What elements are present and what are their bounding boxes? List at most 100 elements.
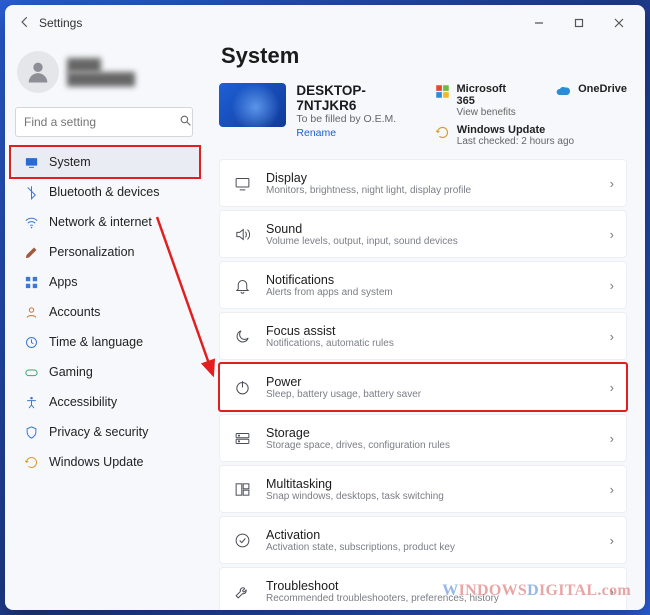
arrow-left-icon xyxy=(18,15,32,29)
sidebar-item-system[interactable]: System xyxy=(13,147,199,177)
card-windows-update[interactable]: Windows UpdateLast checked: 2 hours ago xyxy=(435,124,627,147)
card-sub: Volume levels, output, input, sound devi… xyxy=(266,236,458,247)
avatar xyxy=(17,51,59,93)
accessibility-icon xyxy=(23,394,39,410)
sidebar-nav: System Bluetooth & devices Network & int… xyxy=(13,147,199,477)
card-title: Power xyxy=(266,375,421,389)
sound-icon xyxy=(232,226,252,243)
chevron-right-icon: › xyxy=(610,533,614,548)
sidebar-item-accounts[interactable]: Accounts xyxy=(13,297,199,327)
sidebar-item-time-language[interactable]: Time & language xyxy=(13,327,199,357)
close-icon xyxy=(614,18,624,28)
card-sub: Notifications, automatic rules xyxy=(266,338,394,349)
check-icon xyxy=(232,532,252,549)
search-box[interactable] xyxy=(15,107,193,137)
settings-window: Settings ████ ████████ xyxy=(5,5,645,610)
sidebar-item-windows-update[interactable]: Windows Update xyxy=(13,447,199,477)
wrench-icon xyxy=(232,583,252,600)
card-sub: Monitors, brightness, night light, displ… xyxy=(266,185,471,196)
device-card[interactable]: DESKTOP-7NTJKR6 To be filled by O.E.M. R… xyxy=(219,83,425,147)
sidebar-item-gaming[interactable]: Gaming xyxy=(13,357,199,387)
sidebar-item-label: Bluetooth & devices xyxy=(49,185,160,199)
onedrive-icon xyxy=(556,83,572,99)
back-button[interactable] xyxy=(11,15,39,32)
card-title: Activation xyxy=(266,528,455,542)
sidebar-item-label: Accounts xyxy=(49,305,100,319)
rename-link[interactable]: Rename xyxy=(296,127,424,139)
profile-block[interactable]: ████ ████████ xyxy=(13,47,199,103)
search-icon xyxy=(179,114,192,130)
sidebar-item-network[interactable]: Network & internet xyxy=(13,207,199,237)
card-sub: Snap windows, desktops, task switching xyxy=(266,491,444,502)
bell-icon xyxy=(232,277,252,294)
sidebar-item-label: System xyxy=(49,155,91,169)
card-sub: Recommended troubleshooters, preferences… xyxy=(266,593,499,604)
sidebar-item-label: Privacy & security xyxy=(49,425,148,439)
person-icon xyxy=(24,58,52,86)
moon-icon xyxy=(232,328,252,345)
card-title: Notifications xyxy=(266,273,393,287)
device-sub: To be filled by O.E.M. xyxy=(296,113,424,125)
ms365-title: Microsoft 365 xyxy=(456,83,526,107)
card-troubleshoot[interactable]: TroubleshootRecommended troubleshooters,… xyxy=(219,567,627,610)
close-button[interactable] xyxy=(599,8,639,38)
card-multitasking[interactable]: MultitaskingSnap windows, desktops, task… xyxy=(219,465,627,513)
multitask-icon xyxy=(232,481,252,498)
chevron-right-icon: › xyxy=(610,584,614,599)
card-sound[interactable]: SoundVolume levels, output, input, sound… xyxy=(219,210,627,258)
update-small-icon xyxy=(435,124,451,140)
card-onedrive[interactable]: OneDrive xyxy=(556,83,627,118)
maximize-button[interactable] xyxy=(559,8,599,38)
titlebar: Settings xyxy=(5,5,645,41)
shield-icon xyxy=(23,424,39,440)
card-sub: Sleep, battery usage, battery saver xyxy=(266,389,421,400)
card-title: Display xyxy=(266,171,471,185)
card-ms365[interactable]: Microsoft 365View benefits xyxy=(435,83,526,118)
chevron-right-icon: › xyxy=(610,227,614,242)
chevron-right-icon: › xyxy=(610,431,614,446)
sidebar-item-personalization[interactable]: Personalization xyxy=(13,237,199,267)
sidebar-item-privacy[interactable]: Privacy & security xyxy=(13,417,199,447)
device-row: DESKTOP-7NTJKR6 To be filled by O.E.M. R… xyxy=(219,83,627,147)
minimize-button[interactable] xyxy=(519,8,559,38)
card-storage[interactable]: StorageStorage space, drives, configurat… xyxy=(219,414,627,462)
card-title: Storage xyxy=(266,426,450,440)
sidebar-item-apps[interactable]: Apps xyxy=(13,267,199,297)
sidebar-item-bluetooth[interactable]: Bluetooth & devices xyxy=(13,177,199,207)
ms365-sub: View benefits xyxy=(456,107,526,118)
window-title: Settings xyxy=(39,16,82,30)
search-input[interactable] xyxy=(24,115,179,129)
paint-icon xyxy=(23,244,39,260)
wu-title: Windows Update xyxy=(457,124,574,136)
card-focus-assist[interactable]: Focus assistNotifications, automatic rul… xyxy=(219,312,627,360)
page-title: System xyxy=(221,43,627,69)
card-activation[interactable]: ActivationActivation state, subscription… xyxy=(219,516,627,564)
sidebar: ████ ████████ System Bluetooth & devices xyxy=(5,41,205,610)
chevron-right-icon: › xyxy=(610,380,614,395)
gaming-icon xyxy=(23,364,39,380)
device-name: DESKTOP-7NTJKR6 xyxy=(296,83,424,113)
chevron-right-icon: › xyxy=(610,176,614,191)
minimize-icon xyxy=(534,18,544,28)
bluetooth-icon xyxy=(23,184,39,200)
card-power[interactable]: PowerSleep, battery usage, battery saver… xyxy=(219,363,627,411)
settings-list: DisplayMonitors, brightness, night light… xyxy=(219,159,627,610)
wallpaper-thumb xyxy=(219,83,286,127)
card-title: Multitasking xyxy=(266,477,444,491)
card-notifications[interactable]: NotificationsAlerts from apps and system… xyxy=(219,261,627,309)
system-icon xyxy=(23,154,39,170)
sidebar-item-label: Accessibility xyxy=(49,395,117,409)
card-display[interactable]: DisplayMonitors, brightness, night light… xyxy=(219,159,627,207)
power-icon xyxy=(232,379,252,396)
profile-email: ████████ xyxy=(67,72,135,86)
card-sub: Activation state, subscriptions, product… xyxy=(266,542,455,553)
sidebar-item-accessibility[interactable]: Accessibility xyxy=(13,387,199,417)
card-title: Troubleshoot xyxy=(266,579,499,593)
apps-icon xyxy=(23,274,39,290)
maximize-icon xyxy=(574,18,584,28)
chevron-right-icon: › xyxy=(610,482,614,497)
sidebar-item-label: Windows Update xyxy=(49,455,144,469)
sidebar-item-label: Personalization xyxy=(49,245,134,259)
ms365-icon xyxy=(435,83,451,99)
card-sub: Storage space, drives, configuration rul… xyxy=(266,440,450,451)
